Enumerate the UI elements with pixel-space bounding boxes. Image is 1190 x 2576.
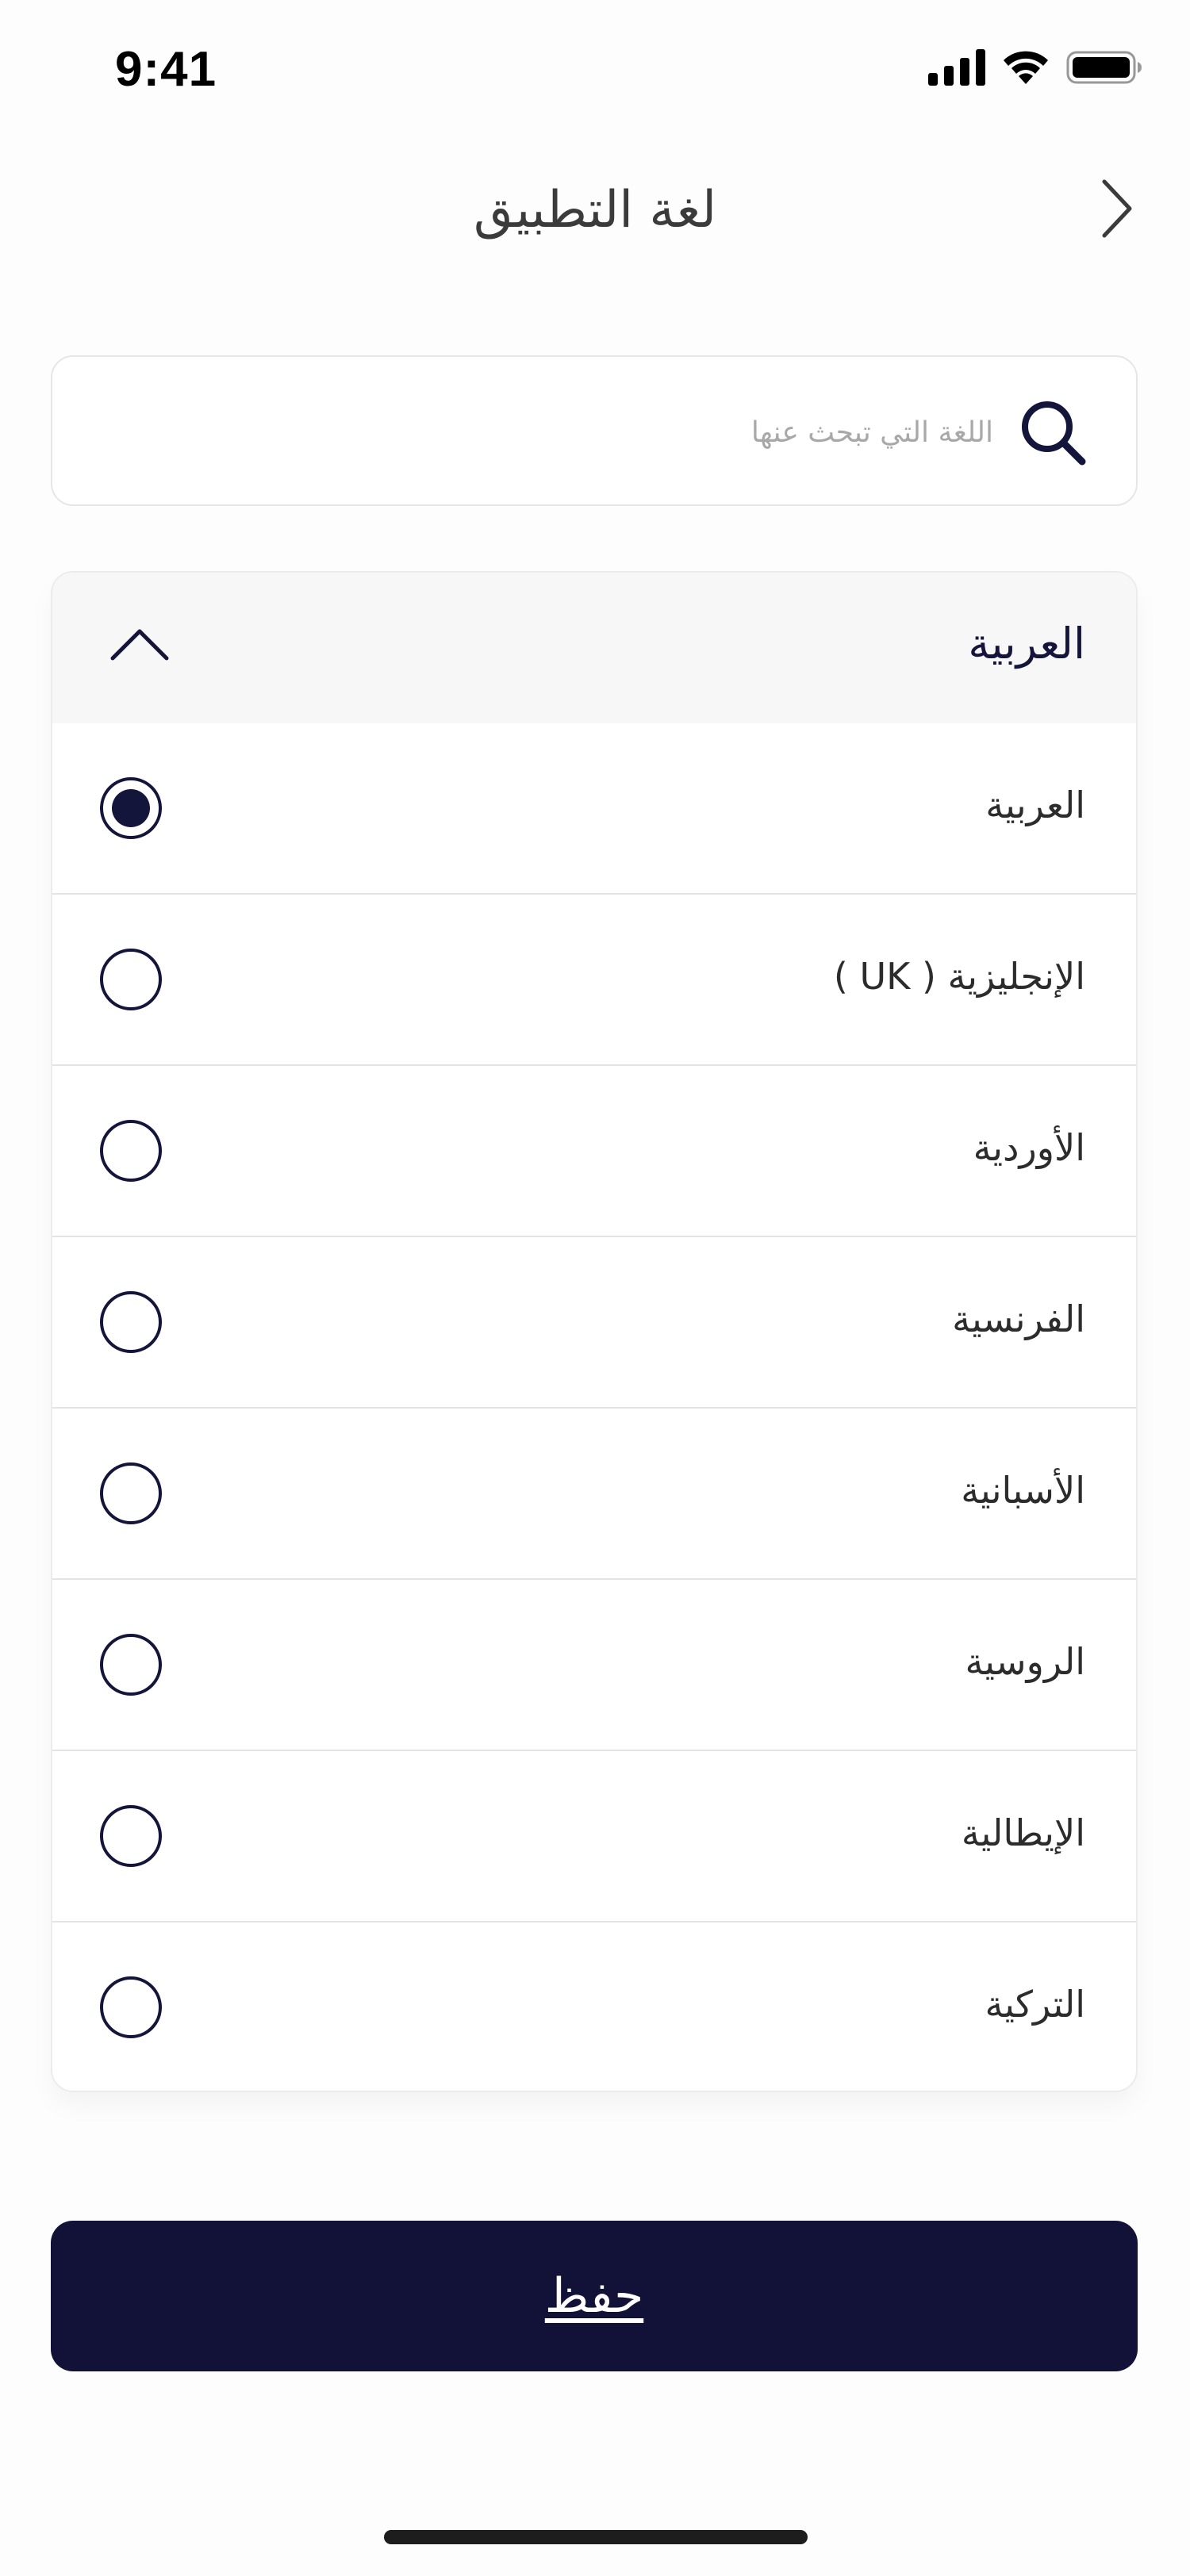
cellular-signal-icon bbox=[928, 49, 985, 86]
wifi-icon bbox=[1001, 49, 1050, 86]
save-button[interactable]: حفظ bbox=[51, 2221, 1138, 2371]
language-option-label: الإيطالية bbox=[961, 1811, 1085, 1854]
language-option[interactable]: الأسبانية bbox=[52, 1409, 1136, 1580]
language-list: العربية الإنجليزية ( UK ) الأوردية الفرن… bbox=[52, 723, 1136, 2091]
language-option[interactable]: التركية bbox=[52, 1922, 1136, 2091]
search-box[interactable] bbox=[51, 355, 1138, 506]
language-option-label: الأسبانية bbox=[961, 1469, 1085, 1512]
language-card: العربية العربية الإنجليزية ( UK ) الأورد… bbox=[51, 571, 1138, 2092]
search-icon[interactable] bbox=[1019, 398, 1088, 468]
language-option[interactable]: الروسية bbox=[52, 1580, 1136, 1751]
language-option-label: الروسية bbox=[965, 1640, 1085, 1683]
language-option[interactable]: الإنجليزية ( UK ) bbox=[52, 895, 1136, 1066]
status-time: 9:41 bbox=[115, 42, 217, 97]
page-title: لغة التطبيق bbox=[473, 181, 717, 240]
battery-icon bbox=[1066, 49, 1142, 86]
home-indicator bbox=[384, 2530, 808, 2544]
language-option[interactable]: الأوردية bbox=[52, 1066, 1136, 1237]
language-option-label: العربية bbox=[985, 784, 1085, 826]
radio-button[interactable] bbox=[100, 1291, 162, 1353]
radio-button[interactable] bbox=[100, 1976, 162, 2038]
radio-button-selected[interactable] bbox=[100, 777, 162, 839]
radio-button[interactable] bbox=[100, 949, 162, 1010]
language-option-label: الفرنسية bbox=[952, 1298, 1085, 1340]
radio-button[interactable] bbox=[100, 1805, 162, 1867]
chevron-up-icon[interactable] bbox=[109, 627, 170, 665]
search-input[interactable] bbox=[136, 397, 993, 468]
radio-button[interactable] bbox=[100, 1462, 162, 1524]
language-option-label: التركية bbox=[985, 1983, 1086, 2026]
status-bar: 9:41 bbox=[0, 0, 1190, 143]
back-button[interactable] bbox=[1085, 174, 1149, 246]
language-card-header[interactable]: العربية bbox=[52, 573, 1136, 723]
radio-button[interactable] bbox=[100, 1120, 162, 1182]
language-option[interactable]: العربية bbox=[52, 723, 1136, 895]
language-card-title: العربية bbox=[968, 619, 1085, 669]
language-option-label: الإنجليزية ( UK ) bbox=[833, 955, 1085, 998]
language-option[interactable]: الإيطالية bbox=[52, 1751, 1136, 1922]
header: لغة التطبيق bbox=[0, 159, 1190, 262]
status-icons bbox=[928, 49, 1142, 86]
language-option-label: الأوردية bbox=[973, 1126, 1085, 1169]
language-option[interactable]: الفرنسية bbox=[52, 1237, 1136, 1409]
radio-button[interactable] bbox=[100, 1634, 162, 1696]
chevron-right-icon bbox=[1100, 177, 1134, 243]
